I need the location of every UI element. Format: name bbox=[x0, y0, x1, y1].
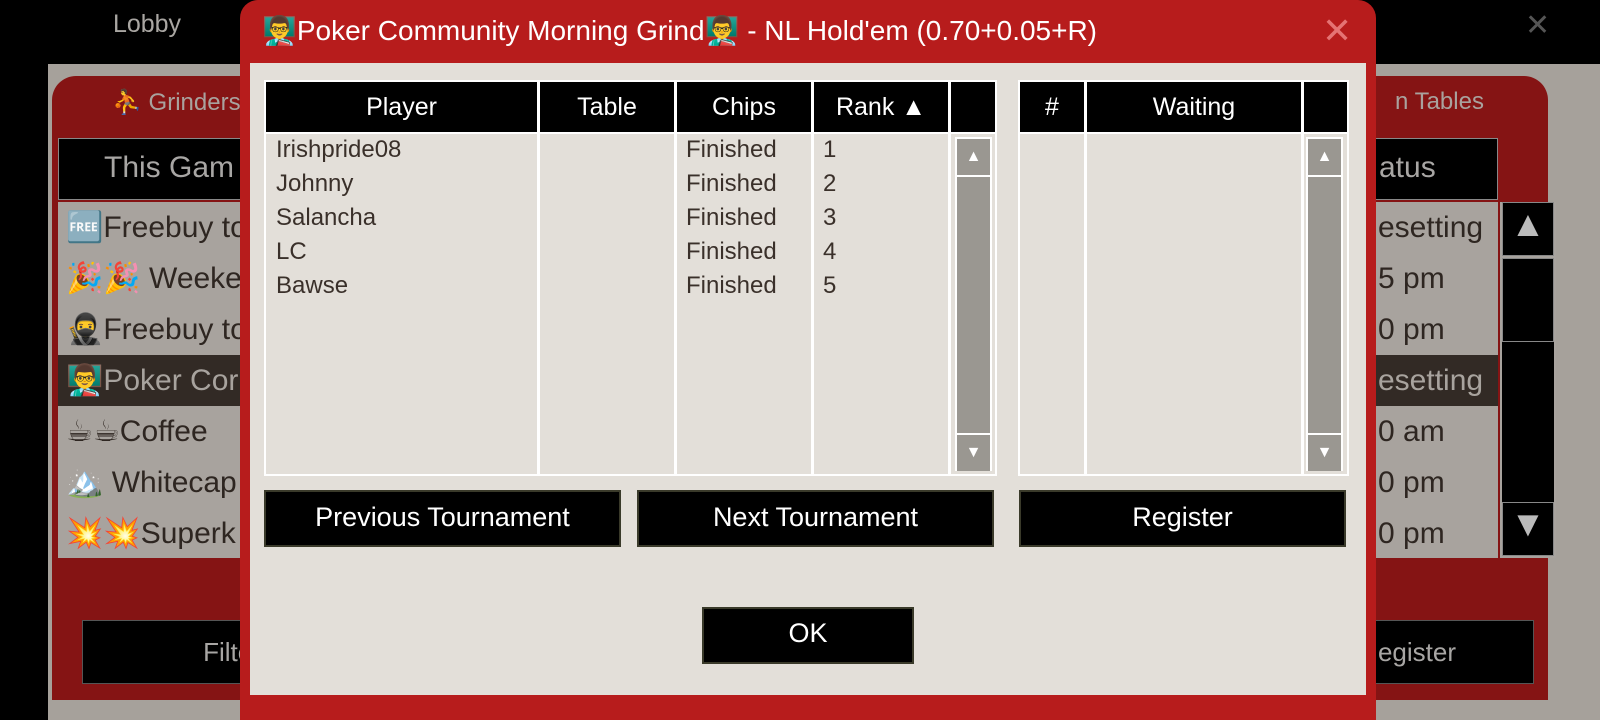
header-number[interactable]: # bbox=[1020, 82, 1084, 132]
tab-tables[interactable]: n Tables bbox=[1395, 88, 1484, 116]
header-chips[interactable]: Chips bbox=[677, 82, 811, 132]
header-status[interactable]: atus bbox=[1379, 151, 1436, 185]
scroll-up-icon[interactable]: ▲ bbox=[1502, 202, 1554, 256]
waiting-column bbox=[1087, 134, 1301, 474]
tournament-name: 💥💥Superk bbox=[66, 517, 236, 550]
header-blank bbox=[1304, 82, 1347, 132]
player-chips: Finished bbox=[686, 170, 777, 197]
next-tournament-button[interactable]: Next Tournament bbox=[637, 490, 994, 547]
tournament-name: ☕☕Coffee bbox=[66, 415, 208, 448]
tournament-status: 0 pm bbox=[1378, 517, 1445, 550]
scroll-track[interactable] bbox=[1502, 342, 1554, 502]
player-player: Salancha bbox=[276, 204, 377, 231]
close-icon[interactable]: ✕ bbox=[1525, 8, 1550, 43]
tournament-status: esetting bbox=[1378, 364, 1484, 397]
scroll-down-icon[interactable]: ▼ bbox=[1502, 502, 1554, 556]
header-game[interactable]: This Gam bbox=[104, 151, 234, 185]
player-rank: 4 bbox=[823, 238, 837, 265]
scroll-track[interactable] bbox=[1308, 177, 1341, 433]
ok-button[interactable]: OK bbox=[702, 607, 914, 664]
scroll-down-icon[interactable]: ▼ bbox=[957, 435, 990, 471]
tournament-name: 🏔️ Whitecap bbox=[66, 466, 237, 499]
scroll-up-icon[interactable]: ▲ bbox=[1308, 139, 1341, 175]
player-chips: Finished bbox=[686, 272, 777, 299]
tournament-status: 0 am bbox=[1378, 415, 1445, 448]
header-rank[interactable]: Rank ▲ bbox=[814, 82, 948, 132]
tab-grinders[interactable]: ⛹ Grinders bbox=[112, 88, 241, 117]
player-chips: Finished bbox=[686, 204, 777, 231]
player-chips: Finished bbox=[686, 136, 777, 163]
tournament-status: 0 pm bbox=[1378, 313, 1445, 346]
player-rank: 2 bbox=[823, 170, 837, 197]
scroll-down-icon[interactable]: ▼ bbox=[1308, 435, 1341, 471]
player-player: Irishpride08 bbox=[276, 136, 402, 163]
tournament-status: 5 pm bbox=[1378, 262, 1445, 295]
table-column bbox=[540, 134, 674, 474]
tournament-status: esetting bbox=[1378, 211, 1484, 244]
player-player: Johnny bbox=[276, 170, 354, 197]
close-icon[interactable]: ✕ bbox=[1322, 10, 1352, 52]
register-button[interactable]: Register bbox=[1019, 490, 1346, 547]
tournament-name: 🎉🎉 Weeke bbox=[66, 262, 242, 295]
header-table[interactable]: Table bbox=[540, 82, 674, 132]
waiting-scrollbar[interactable]: ▲ ▼ bbox=[1306, 137, 1343, 471]
player-rank: 3 bbox=[823, 204, 837, 231]
players-scrollbar[interactable]: ▲ ▼ bbox=[955, 137, 992, 471]
player-chips: Finished bbox=[686, 238, 777, 265]
tournament-name: 👨‍🏫Poker Cor bbox=[66, 364, 239, 397]
previous-tournament-button[interactable]: Previous Tournament bbox=[264, 490, 621, 547]
player-player: Bawse bbox=[276, 272, 349, 299]
player-player: LC bbox=[276, 238, 307, 265]
tournament-name: 🥷Freebuy to bbox=[66, 313, 247, 346]
tab-lobby[interactable]: Lobby bbox=[52, 0, 242, 39]
header-player[interactable]: Player bbox=[266, 82, 537, 132]
tournament-status: 0 pm bbox=[1378, 466, 1445, 499]
tournament-name: 🆓Freebuy to bbox=[66, 211, 247, 244]
scroll-up-icon[interactable]: ▲ bbox=[957, 139, 990, 175]
player-rank: 1 bbox=[823, 136, 837, 163]
scroll-track[interactable] bbox=[957, 177, 990, 433]
header-blank bbox=[951, 82, 995, 132]
player-rank: 5 bbox=[823, 272, 837, 299]
scroll-thumb[interactable] bbox=[1502, 258, 1554, 342]
header-waiting[interactable]: Waiting bbox=[1087, 82, 1301, 132]
dialog-title: 👨‍🏫Poker Community Morning Grind👨‍🏫 - NL… bbox=[262, 15, 1098, 46]
list-scrollbar[interactable]: ▲ ▼ bbox=[1500, 202, 1556, 558]
number-column bbox=[1020, 134, 1084, 474]
